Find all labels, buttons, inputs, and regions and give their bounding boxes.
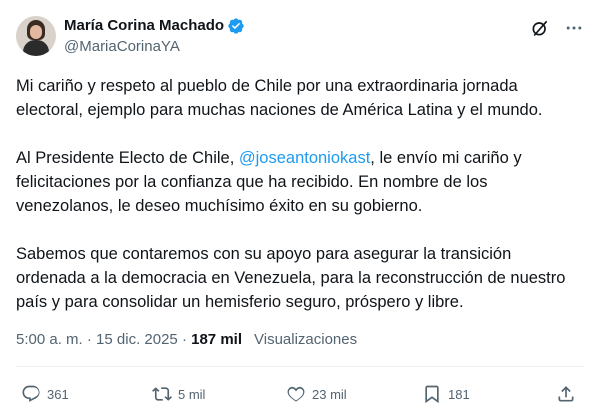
action-bar: 361 5 mil 23 mil 181 [16, 382, 584, 406]
bookmark-icon [425, 385, 439, 404]
more-options-icon[interactable] [564, 18, 584, 38]
author-handle[interactable]: @MariaCorinaYA [64, 37, 245, 57]
like-button[interactable]: 23 mil [286, 382, 347, 406]
reply-count: 361 [47, 386, 69, 402]
retweet-count: 5 mil [178, 386, 206, 402]
views-label: Visualizaciones [254, 331, 358, 348]
meta-separator: · [82, 331, 97, 348]
tweet: María Corina Machado @MariaCorinaYA Mi c… [0, 0, 600, 418]
retweet-icon [152, 387, 172, 401]
mention-link[interactable]: @joseantoniokast [239, 149, 370, 167]
author-display-name-text[interactable]: María Corina Machado [64, 16, 224, 36]
reply-button[interactable]: 361 [21, 382, 69, 406]
tweet-time[interactable]: 5:00 a. m. [16, 331, 83, 348]
bookmark-count: 181 [448, 386, 470, 402]
tweet-meta: 5:00 a. m. · 15 dic. 2025 · 187 mil Visua… [16, 330, 357, 350]
divider [16, 366, 584, 367]
retweet-button[interactable]: 5 mil [152, 382, 205, 406]
meta-separator-2: · [177, 331, 192, 348]
tweet-paragraph-3: Sabemos que contaremos con su apoyo para… [16, 245, 566, 311]
share-button[interactable] [556, 382, 582, 406]
paragraph-2-start: Al Presidente Electo de Chile, [16, 149, 239, 167]
grok-icon[interactable] [530, 18, 550, 38]
verified-badge-icon[interactable] [227, 17, 245, 35]
like-count: 23 mil [312, 386, 347, 402]
tweet-paragraph-1: Mi cariño y respeto al pueblo de Chile p… [16, 77, 543, 119]
share-icon [558, 386, 574, 402]
reply-icon [22, 385, 40, 402]
views-count: 187 mil [191, 331, 242, 348]
tweet-header: María Corina Machado @MariaCorinaYA [16, 16, 584, 64]
tweet-date[interactable]: 15 dic. 2025 [96, 331, 178, 348]
tweet-paragraph-2: Al Presidente Electo de Chile, @joseanto… [16, 146, 584, 218]
tweet-text: Mi cariño y respeto al pueblo de Chile p… [16, 74, 584, 338]
author-display-name[interactable]: María Corina Machado [64, 16, 245, 36]
like-icon [287, 386, 305, 402]
author-names: María Corina Machado @MariaCorinaYA [64, 16, 245, 57]
header-actions [530, 18, 584, 38]
bookmark-button[interactable]: 181 [422, 382, 470, 406]
avatar[interactable] [16, 16, 56, 56]
